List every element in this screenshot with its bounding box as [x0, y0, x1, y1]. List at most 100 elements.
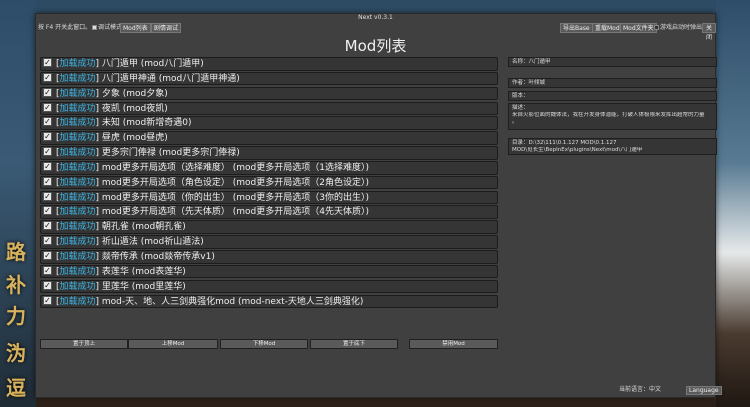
mod-enabled-checkbox[interactable]: ✓: [43, 176, 52, 186]
move-top-button[interactable]: 置于顶上: [40, 339, 128, 349]
mod-order-controls: 置于顶上 上移Mod 下移Mod 置于底下 禁用Mod: [40, 339, 500, 350]
mod-list-item[interactable]: ✓ [加载成功] 燚帝传承 (mod燚帝传承v1): [40, 249, 498, 264]
mod-description-text-end: 。: [512, 119, 518, 125]
background-glyph: 补: [6, 273, 26, 297]
mod-name: mod更多开局选项（先天体质） (mod更多开局选项（4先天体质）): [101, 207, 369, 218]
mod-list-item[interactable]: ✓ [加载成功] mod更多开局选项（选择难度） (mod更多开局选项（1选择难度…: [40, 160, 498, 175]
background-left: 路 补 力 沩 逗: [0, 0, 36, 407]
tab-mod-list[interactable]: Mod列表: [120, 23, 151, 33]
mod-folder-button[interactable]: Mod文件夹: [620, 23, 657, 33]
reload-mod-button[interactable]: 重载Mod: [592, 23, 623, 33]
mod-load-status: 加载成功: [59, 59, 96, 69]
mod-load-status: 加载成功: [59, 103, 96, 114]
mod-enabled-checkbox[interactable]: ✓: [43, 295, 52, 305]
mod-list-item[interactable]: ✓ [加载成功] mod更多开局选项（先天体质） (mod更多开局选项（4先天体质…: [40, 205, 498, 220]
mod-enabled-checkbox[interactable]: ✓: [43, 132, 52, 142]
background-glyph: 路: [6, 240, 26, 264]
mod-load-status: 加载成功: [59, 133, 96, 144]
move-bottom-button[interactable]: 置于底下: [310, 339, 398, 349]
mod-load-status: 加载成功: [59, 251, 96, 262]
mod-name: 更多宗门俸禄 (mod更多宗门俸禄): [101, 148, 240, 159]
window-title: Next v0.3.1: [358, 14, 393, 21]
mod-directory-line1: 目录：D:\32\111\0.1.127 MOD\0.1.127: [512, 140, 617, 146]
mod-list-item[interactable]: ✓ [加载成功] mod更多开局选项（角色设定） (mod更多开局选项（2角色设定…: [40, 175, 498, 190]
export-base-button[interactable]: 导出Base: [560, 23, 593, 33]
mod-name: 夜凯 (mod夜凯): [101, 103, 168, 114]
mod-name: 夕象 (mod夕象): [101, 88, 168, 99]
mod-list-item[interactable]: ✓ [加载成功] 夕象 (mod夕象): [40, 86, 498, 101]
mod-enabled-checkbox[interactable]: ✓: [43, 236, 52, 246]
plot-debug-button[interactable]: 剧情调试: [151, 23, 182, 33]
mod-enabled-checkbox[interactable]: ✓: [43, 87, 52, 97]
mod-enabled-checkbox[interactable]: ✓: [43, 161, 52, 171]
background-glyph: 沩: [6, 341, 26, 365]
mod-name: 祈山遁法 (mod祈山遁法): [101, 237, 204, 248]
top-toolbar: 按 F4 开关此窗口。 调试模式 Mod列表 剧情调试 导出Base 重载Mod…: [35, 22, 716, 41]
mod-load-status: 加载成功: [59, 281, 96, 292]
background-glyph: 力: [6, 304, 26, 328]
move-up-button[interactable]: 上移Mod: [128, 339, 218, 349]
mod-description-text: 来自火影位面的魏体法，我在开发身体潜能，打破人体极限来发挥出超常的力量: [512, 112, 705, 118]
mod-name: 里莲华 (mod里莲华): [101, 281, 186, 292]
mod-name: 昼虎 (mod昼虎): [101, 133, 168, 144]
mod-list-item[interactable]: ✓ [加载成功] 表莲华 (mod表莲华): [40, 264, 498, 279]
mod-enabled-checkbox[interactable]: ✓: [43, 58, 52, 67]
close-button[interactable]: 关闭: [702, 23, 716, 41]
move-down-button[interactable]: 下移Mod: [220, 339, 308, 349]
mod-name: 八门遁甲 (mod八门遁甲): [101, 59, 204, 69]
mod-list-item[interactable]: ✓ [加载成功] 昼虎 (mod昼虎): [40, 131, 498, 145]
mod-enabled-checkbox[interactable]: ✓: [43, 72, 52, 82]
mod-name: 燚帝传承 (mod燚帝传承v1): [101, 251, 215, 262]
background-glyph: 逗: [6, 376, 26, 400]
mod-load-status: 加载成功: [59, 266, 96, 277]
mod-list-item[interactable]: ✓ [加载成功] 八门遁甲 (mod八门遁甲): [40, 57, 498, 71]
mod-enabled-checkbox[interactable]: ✓: [43, 102, 52, 112]
mod-enabled-checkbox[interactable]: ✓: [43, 117, 52, 127]
mod-load-status: 加载成功: [59, 177, 96, 188]
mod-load-status: 加载成功: [59, 296, 96, 307]
mod-name: mod更多开局选项（角色设定） (mod更多开局选项（2角色设定）): [101, 177, 369, 188]
mod-list-item[interactable]: ✓ [加载成功] 里莲华 (mod里莲华): [40, 279, 498, 294]
mod-name-field: 名称：八门遁甲: [508, 57, 717, 67]
mod-enabled-checkbox[interactable]: ✓: [43, 221, 52, 231]
debug-mode-toggle[interactable]: 调试模式: [92, 22, 122, 34]
background-right: [716, 0, 750, 407]
mod-load-status: 加载成功: [59, 162, 96, 173]
mod-list-item[interactable]: ✓ [加载成功] 夜凯 (mod夜凯): [40, 101, 498, 116]
mod-list-item[interactable]: ✓ [加载成功] 八门遁甲神通 (mod八门遁甲神通): [40, 71, 498, 86]
mod-version-field: 版本：: [508, 91, 717, 101]
mod-author-field: 作者：叶倾城: [508, 78, 717, 88]
disable-mod-button[interactable]: 禁用Mod: [409, 339, 498, 349]
mod-name: 未知 (mod新增奇遇0): [101, 118, 192, 129]
mod-list-item[interactable]: ✓ [加载成功] 更多宗门俸禄 (mod更多宗门俸禄): [40, 146, 498, 160]
mod-enabled-checkbox[interactable]: ✓: [43, 206, 52, 216]
mod-load-status: 加载成功: [59, 148, 96, 159]
debug-mode-label: 调试模式: [98, 24, 123, 31]
debug-mode-checkbox[interactable]: [92, 25, 97, 30]
mod-list-item[interactable]: ✓ [加载成功] 未知 (mod新增奇遇0): [40, 116, 498, 130]
mod-list-item[interactable]: ✓ [加载成功] 朝孔雀 (mod朝孔雀): [40, 220, 498, 234]
mod-list-item[interactable]: ✓ [加载成功] mod-天、地、人三剑典强化mod (mod-next-天地人三…: [40, 294, 498, 309]
mod-enabled-checkbox[interactable]: ✓: [43, 191, 52, 201]
current-language-label: 当前语言：中文: [619, 386, 662, 393]
mod-name: mod更多开局选项（选择难度） (mod更多开局选项（1选择难度）): [101, 162, 369, 173]
mod-name: mod-天、地、人三剑典强化mod (mod-next-天地人三剑典强化): [101, 296, 364, 307]
mod-description-label: 描述：: [512, 105, 529, 111]
mod-enabled-checkbox[interactable]: ✓: [43, 147, 52, 157]
mod-description-field: 描述： 来自火影位面的魏体法，我在开发身体潜能，打破人体极限来发挥出超常的力量 …: [508, 103, 717, 130]
mod-enabled-checkbox[interactable]: ✓: [43, 250, 52, 260]
mod-name: mod更多开局选项（你的出生） (mod更多开局选项（3你的出生）): [101, 192, 369, 203]
mod-list-item[interactable]: ✓ [加载成功] 祈山遁法 (mod祈山遁法): [40, 235, 498, 249]
mod-load-status: 加载成功: [59, 222, 96, 233]
auto-popup-label: 游戏启动时弹出: [660, 24, 703, 31]
mod-load-status: 加载成功: [59, 207, 96, 218]
language-button[interactable]: Language: [686, 386, 722, 395]
mod-load-status: 加载成功: [59, 237, 96, 248]
mod-directory-field: 目录：D:\32\111\0.1.127 MOD\0.1.127 MOD\觅长生…: [508, 138, 717, 155]
mod-enabled-checkbox[interactable]: ✓: [43, 265, 52, 275]
mod-enabled-checkbox[interactable]: ✓: [43, 280, 52, 290]
mod-load-status: 加载成功: [59, 88, 96, 99]
auto-popup-toggle[interactable]: 游戏启动时弹出: [654, 22, 702, 34]
mod-list-item[interactable]: ✓ [加载成功] mod更多开局选项（你的出生） (mod更多开局选项（3你的出生…: [40, 190, 498, 205]
auto-popup-checkbox[interactable]: [654, 25, 659, 30]
